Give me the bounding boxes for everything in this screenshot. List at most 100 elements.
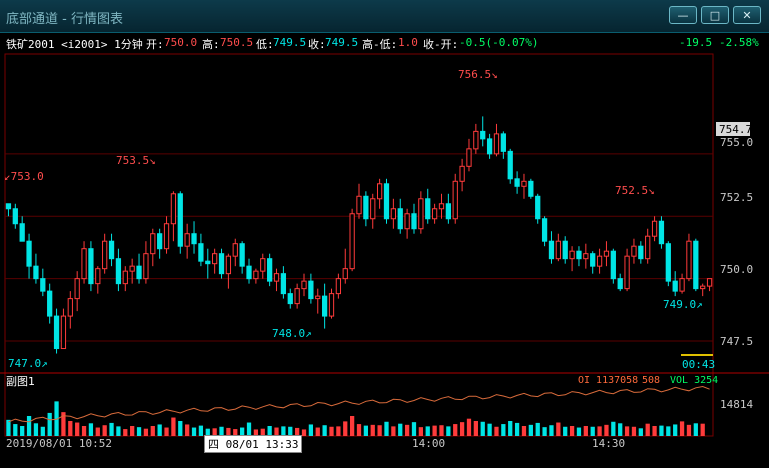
candle-body: [480, 130, 486, 140]
time-cursor-label: 四 08/01 13:33: [204, 435, 303, 453]
candle-body: [541, 218, 548, 242]
annotation-low: 748.0↗: [272, 327, 312, 340]
candle-body: [486, 138, 493, 155]
candle-body: [267, 258, 273, 282]
close-value: 749.5: [325, 36, 359, 49]
low-value: 749.5: [273, 36, 307, 49]
maximize-icon: □: [709, 9, 721, 22]
volume-bar: [418, 427, 423, 436]
volume-bar: [336, 426, 341, 436]
candle-body: [507, 150, 513, 180]
open-interest-label: OI 1137058: [578, 375, 638, 386]
volume-bar: [33, 423, 39, 436]
candle-body: [555, 240, 561, 260]
countdown-bar: [681, 354, 713, 356]
volume-bar: [549, 425, 554, 436]
close-button[interactable]: ✕: [733, 6, 761, 24]
volume-bar: [686, 424, 692, 436]
minimize-icon: —: [677, 9, 689, 22]
change-value: -19.5: [679, 36, 713, 49]
volume-bar: [521, 425, 527, 436]
candle-body: [466, 148, 472, 167]
volume-bar: [487, 423, 492, 436]
volume-bar: [315, 427, 320, 436]
candle-body: [438, 203, 445, 210]
candle-body: [19, 223, 25, 242]
volume-bar: [480, 421, 485, 436]
volume-bar: [109, 422, 114, 436]
volume-bar: [20, 425, 25, 436]
volume-bar: [597, 426, 602, 436]
candle-body: [390, 208, 396, 220]
volume-bar: [569, 425, 575, 436]
volume-bar: [508, 420, 513, 436]
candle-body: [624, 255, 630, 290]
price-tick: 747.5: [720, 335, 753, 348]
volume-bar: [404, 424, 410, 436]
volume-bar: [95, 427, 100, 436]
candle-body: [706, 278, 713, 287]
volume-bar: [439, 425, 444, 436]
candle-body: [95, 268, 101, 285]
open-value: 750.0: [164, 36, 198, 49]
volume-bar: [171, 417, 176, 436]
time-tick: 14:30: [592, 437, 626, 450]
volume-bar: [514, 422, 520, 436]
minimize-button[interactable]: —: [669, 6, 697, 24]
candle-body: [638, 245, 644, 260]
candle-body: [74, 278, 80, 300]
candle-body: [610, 250, 616, 280]
volume-bar: [556, 422, 561, 436]
volume-bar: [363, 425, 369, 436]
candle-body: [163, 223, 170, 250]
volume-bar: [13, 424, 18, 436]
low-label: 低:: [256, 38, 274, 51]
candle-body: [315, 295, 321, 300]
candle-body: [212, 253, 218, 265]
annotation-low: 747.0↗: [8, 357, 48, 370]
countdown-timer: 00:43: [682, 358, 715, 371]
volume-bar: [391, 426, 396, 436]
title-bar[interactable]: 底部通道 - 行情图表 — □ ✕: [0, 0, 769, 33]
candle-body: [143, 253, 149, 280]
candle-body: [328, 293, 335, 317]
volume-bar: [191, 427, 197, 436]
candle-body: [459, 165, 465, 182]
volume-bar: [652, 425, 657, 436]
candle-body: [590, 253, 596, 267]
candle-body: [102, 240, 108, 270]
candle-body: [514, 178, 520, 187]
price-tick: 750.0: [720, 263, 753, 276]
volume-bar: [81, 425, 87, 436]
candlesticks: [5, 116, 713, 354]
volume-bars: [6, 401, 705, 436]
volume-bar: [624, 426, 630, 436]
volume-bar: [157, 424, 162, 436]
candle-body: [5, 203, 12, 210]
volume-bar: [329, 426, 334, 436]
candle-body: [88, 248, 94, 285]
candle-body: [218, 253, 225, 275]
volume-bar: [535, 422, 540, 436]
volume-bar: [659, 425, 664, 436]
candle-body: [521, 180, 527, 187]
volume-bar: [356, 424, 362, 436]
volume-bar: [700, 423, 705, 436]
volume-bar: [143, 428, 149, 436]
candle-body: [177, 193, 183, 247]
volume-bar: [473, 420, 478, 436]
candle-body: [363, 195, 369, 220]
candle-body: [425, 198, 431, 220]
volume-bar: [618, 423, 623, 436]
volume-bar: [631, 426, 637, 436]
kline-chart[interactable]: 755.0 752.5 750.0 747.5 754.7 ↙753.0 753…: [0, 52, 769, 468]
candle-body: [308, 280, 314, 300]
open-interest-change: 508: [642, 375, 660, 386]
candle-body: [431, 208, 438, 220]
candle-body: [157, 233, 163, 250]
volume-bar: [425, 426, 430, 436]
volume-bar: [123, 429, 128, 436]
maximize-button[interactable]: □: [701, 6, 729, 24]
volume-bar: [398, 423, 403, 436]
volume-bar: [501, 424, 506, 436]
